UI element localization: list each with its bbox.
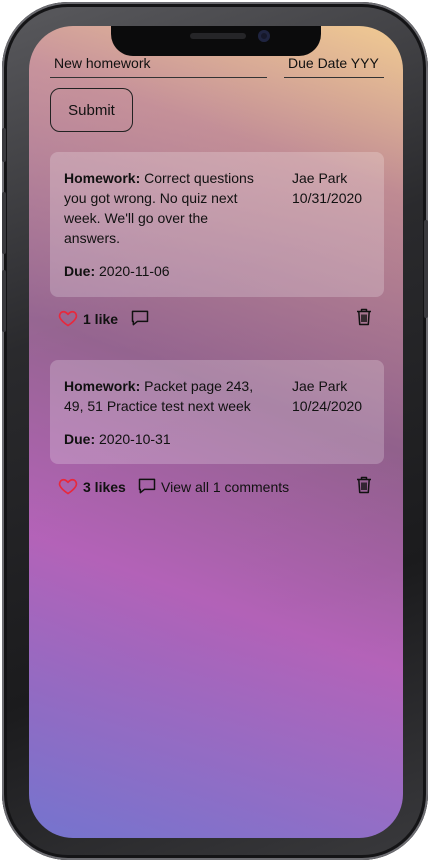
post-actions: 3 likes View all 1 comments <box>58 476 378 498</box>
camera <box>258 30 270 42</box>
notch <box>111 26 321 56</box>
volume-up-button <box>2 192 6 254</box>
silent-switch <box>2 128 6 162</box>
author-name: Jae Park <box>292 170 348 186</box>
post-meta: Jae Park 10/31/2020 <box>292 168 362 208</box>
homework-label: Homework: <box>64 378 141 394</box>
power-button <box>424 220 428 318</box>
volume-down-button <box>2 270 6 332</box>
homework-label: Homework: <box>64 170 141 186</box>
homework-card: Homework: Packet page 243, 49, 51 Practi… <box>50 360 384 464</box>
comment-icon[interactable] <box>137 476 157 496</box>
submit-button[interactable]: Submit <box>50 88 133 132</box>
due-label: Due: <box>64 431 96 447</box>
author-name: Jae Park <box>292 378 348 394</box>
homework-card: Homework: Correct questions you got wron… <box>50 152 384 297</box>
due-date: Due: 2020-11-06 <box>64 263 170 279</box>
trash-icon[interactable] <box>356 476 372 494</box>
trash-icon[interactable] <box>356 308 372 326</box>
homework-text: Homework: Correct questions you got wron… <box>64 168 264 248</box>
like-count: 3 likes <box>83 479 126 495</box>
post-actions: 1 like <box>58 308 378 330</box>
heart-icon[interactable] <box>58 476 78 496</box>
post-date: 10/31/2020 <box>292 190 363 206</box>
post-date: 10/24/2020 <box>292 398 363 414</box>
like-count: 1 like <box>83 311 119 327</box>
due-value: 2020-10-31 <box>99 431 171 447</box>
heart-icon[interactable] <box>58 308 78 328</box>
due-value: 2020-11-06 <box>99 263 170 279</box>
due-date: Due: 2020-10-31 <box>64 431 171 447</box>
comment-icon[interactable] <box>130 308 150 328</box>
homework-text: Homework: Packet page 243, 49, 51 Practi… <box>64 376 264 416</box>
due-label: Due: <box>64 263 96 279</box>
post-meta: Jae Park 10/24/2020 <box>292 376 362 416</box>
speaker <box>190 33 246 39</box>
view-comments-link[interactable]: View all 1 comments <box>161 479 289 495</box>
